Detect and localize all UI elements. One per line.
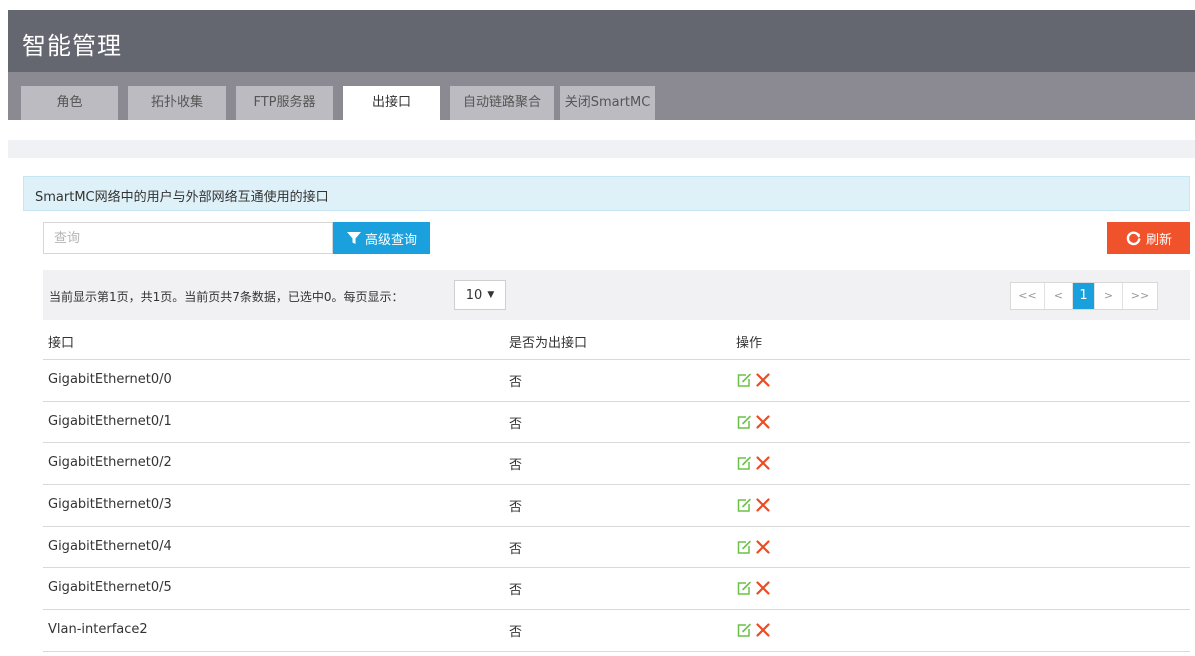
advanced-search-label: 高级查询 (364, 232, 417, 248)
actions-cell (736, 455, 771, 471)
tab-outbound-interface[interactable]: 出接口 (343, 86, 440, 120)
edit-icon[interactable] (736, 455, 752, 471)
is-outbound-cell: 否 (509, 500, 523, 516)
per-page-value: 10 (465, 287, 483, 303)
edit-icon[interactable] (736, 580, 752, 596)
advanced-search-button[interactable]: 高级查询 (333, 222, 430, 254)
refresh-label: 刷新 (1145, 232, 1172, 248)
table-row: GigabitEthernet0/1 否 (43, 402, 1190, 444)
table-row: GigabitEthernet0/3 否 (43, 485, 1190, 527)
is-outbound-cell: 否 (509, 541, 523, 557)
edit-icon[interactable] (736, 539, 752, 555)
refresh-icon (1126, 230, 1141, 245)
table-row: GigabitEthernet0/4 否 (43, 527, 1190, 569)
search-input[interactable] (43, 222, 333, 254)
table-row: GigabitEthernet0/0 否 (43, 360, 1190, 402)
prev-page-button[interactable]: < (1045, 283, 1073, 309)
app-header: 智能管理 (8, 10, 1195, 72)
interface-cell: GigabitEthernet0/4 (48, 538, 172, 554)
tab-roles[interactable]: 角色 (21, 86, 118, 120)
interface-cell: GigabitEthernet0/5 (48, 580, 172, 596)
column-header-actions: 操作 (736, 336, 763, 351)
actions-cell (736, 414, 771, 430)
pager: << < 1 > >> (1010, 282, 1158, 310)
pagination-info: 当前显示第1页，共1页。当前页共7条数据，已选中0。每页显示： (49, 290, 404, 304)
info-text: SmartMC网络中的用户与外部网络互通使用的接口 (35, 190, 329, 205)
is-outbound-cell: 否 (509, 625, 523, 641)
delete-icon[interactable] (755, 455, 771, 471)
last-page-button[interactable]: >> (1123, 283, 1157, 309)
tab-bar: 角色 拓扑收集 FTP服务器 出接口 自动链路聚合 关闭SmartMC (8, 72, 1195, 120)
delete-icon[interactable] (755, 580, 771, 596)
delete-icon[interactable] (755, 414, 771, 430)
divider-strip (8, 140, 1195, 158)
edit-icon[interactable] (736, 622, 752, 638)
table-row: GigabitEthernet0/5 否 (43, 568, 1190, 611)
pagination-bar: 当前显示第1页，共1页。当前页共7条数据，已选中0。每页显示： 10 ▼ << … (43, 270, 1190, 320)
column-header-interface: 接口 (48, 336, 75, 351)
actions-cell (736, 372, 771, 388)
table-row: Vlan-interface2 否 (43, 610, 1190, 652)
interface-cell: GigabitEthernet0/0 (48, 372, 172, 387)
is-outbound-cell: 否 (509, 583, 523, 599)
tab-topology-collect[interactable]: 拓扑收集 (128, 86, 226, 120)
table-header: 接口 是否为出接口 操作 (43, 320, 1190, 360)
filter-icon (346, 232, 361, 244)
edit-icon[interactable] (736, 414, 752, 430)
is-outbound-cell: 否 (509, 458, 523, 474)
delete-icon[interactable] (755, 539, 771, 555)
delete-icon[interactable] (755, 497, 771, 513)
interface-cell: GigabitEthernet0/1 (48, 413, 172, 429)
delete-icon[interactable] (755, 622, 771, 638)
first-page-button[interactable]: << (1011, 283, 1045, 309)
tab-disable-smartmc[interactable]: 关闭SmartMC (560, 86, 655, 120)
table-body: GigabitEthernet0/0 否 GigabitEthernet0/1 否 Gi… (43, 360, 1190, 652)
info-banner: SmartMC网络中的用户与外部网络互通使用的接口 (23, 176, 1190, 211)
actions-cell (736, 622, 771, 638)
table-row: GigabitEthernet0/2 否 (43, 443, 1190, 486)
tab-auto-link-aggregation[interactable]: 自动链路聚合 (450, 86, 554, 120)
page-title: 智能管理 (22, 32, 122, 60)
interface-cell: GigabitEthernet0/3 (48, 497, 172, 513)
per-page-select[interactable]: 10 ▼ (454, 280, 506, 310)
refresh-button[interactable]: 刷新 (1107, 222, 1190, 254)
delete-icon[interactable] (755, 372, 771, 388)
next-page-button[interactable]: > (1095, 283, 1123, 309)
is-outbound-cell: 否 (509, 375, 523, 390)
tab-ftp-server[interactable]: FTP服务器 (236, 86, 333, 120)
interface-table: 接口 是否为出接口 操作 GigabitEthernet0/0 否 GigabitE… (43, 320, 1190, 652)
page-1-button[interactable]: 1 (1073, 283, 1095, 309)
column-header-is-outbound: 是否为出接口 (509, 336, 588, 351)
actions-cell (736, 580, 771, 596)
actions-cell (736, 539, 771, 555)
caret-down-icon: ▼ (487, 290, 495, 300)
actions-cell (736, 497, 771, 513)
edit-icon[interactable] (736, 497, 752, 513)
is-outbound-cell: 否 (509, 416, 523, 432)
interface-cell: GigabitEthernet0/2 (48, 455, 172, 471)
interface-cell: Vlan-interface2 (48, 622, 148, 638)
edit-icon[interactable] (736, 372, 752, 388)
